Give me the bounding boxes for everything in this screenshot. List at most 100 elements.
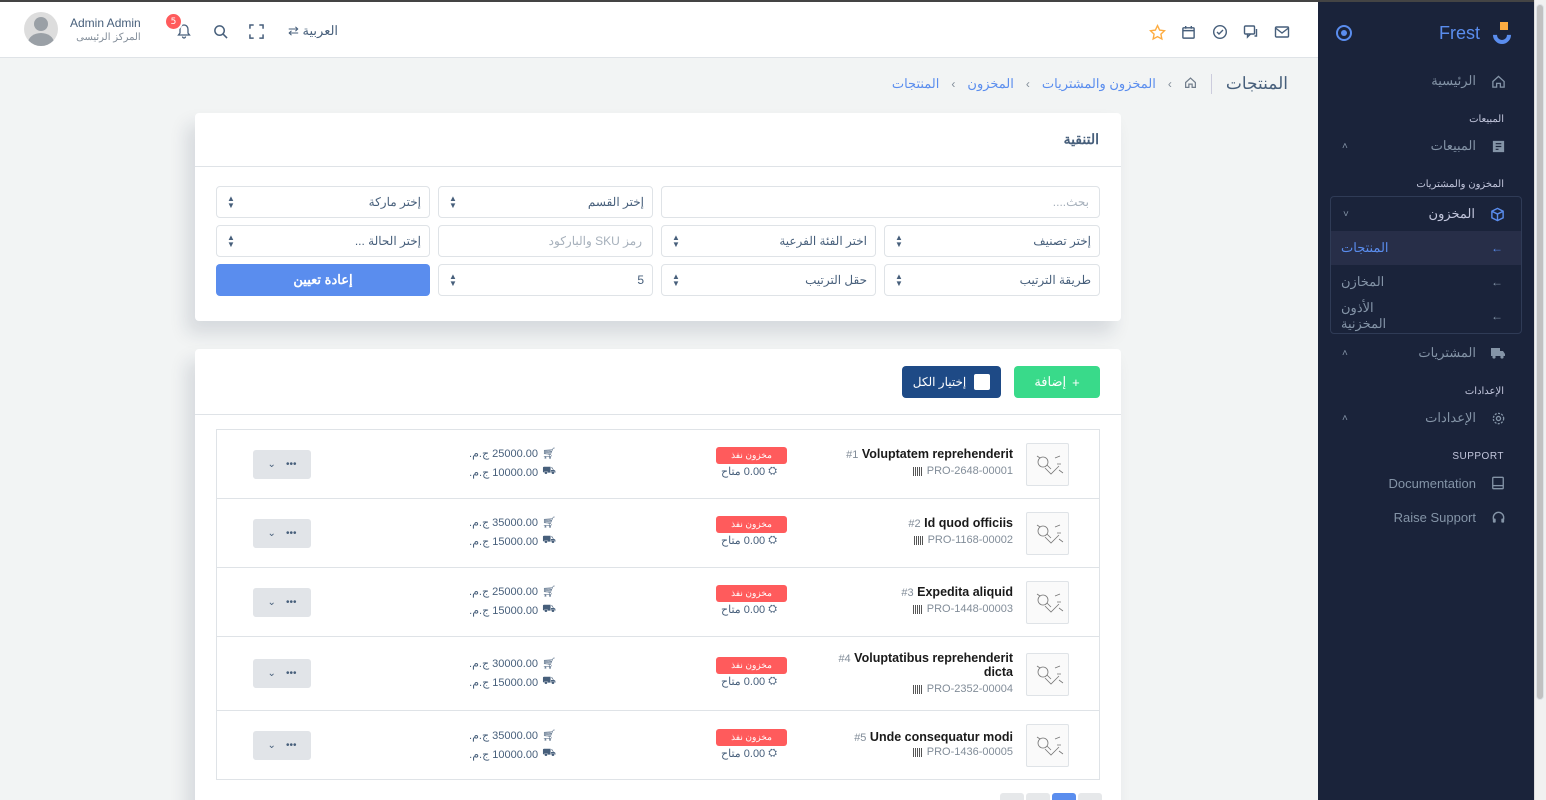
row-actions-button[interactable]: ⌄ ••• bbox=[253, 659, 311, 688]
chevron-left-icon: › bbox=[1167, 77, 1172, 91]
sort-field-select[interactable]: ▲ ▼ حقل الترتيب bbox=[661, 264, 876, 296]
purchase-price-text: 15000.00 ج.م. bbox=[469, 535, 539, 548]
brand-select[interactable]: ▲ ▼ إختر ماركة bbox=[216, 186, 430, 218]
fullscreen-icon[interactable] bbox=[238, 20, 274, 42]
sort-method-select[interactable]: ▲ ▼ طريقة الترتيب bbox=[884, 264, 1100, 296]
product-image-placeholder-icon[interactable] bbox=[1026, 724, 1069, 767]
page-scrollbar[interactable] bbox=[1534, 0, 1546, 800]
chat-icon[interactable] bbox=[1240, 21, 1261, 43]
page-button[interactable] bbox=[1000, 793, 1024, 800]
mail-icon[interactable] bbox=[1271, 21, 1292, 43]
row-actions-button[interactable]: ⌄ ••• bbox=[253, 588, 311, 617]
brand-logo[interactable]: Frest bbox=[1439, 22, 1515, 48]
language-switcher[interactable]: ⇄ العربية bbox=[288, 23, 338, 39]
classification-select[interactable]: ▲ ▼ إختر تصنيف bbox=[884, 225, 1100, 257]
filter-card-header: التنقية bbox=[195, 113, 1121, 167]
sidebar-subitem-products[interactable]: ← المنتجات bbox=[1331, 231, 1521, 265]
reset-button[interactable]: إعادة تعيين bbox=[216, 264, 430, 296]
sidebar: Frest الرئيسية المبيعات المبيعات ˄ المخز… bbox=[1318, 0, 1534, 800]
product-number: #2 bbox=[908, 518, 921, 530]
search-input[interactable]: بحث.... bbox=[661, 186, 1100, 218]
sidebar-item-settings[interactable]: الإعدادات ˄ bbox=[1330, 401, 1522, 435]
category-select[interactable]: ▲ ▼ إختر القسم bbox=[438, 186, 653, 218]
table-row[interactable]: #2 Id quod officiis PRO-1168-00002 مخزون… bbox=[217, 499, 1099, 568]
page-button[interactable] bbox=[1026, 793, 1050, 800]
star-icon[interactable] bbox=[1147, 21, 1168, 43]
sell-price-text: 25000.00 ج.م. bbox=[469, 448, 539, 460]
calendar-icon[interactable] bbox=[1178, 21, 1199, 43]
table-row[interactable]: #3 Expedita aliquid PRO-1448-00003 مخزون… bbox=[217, 568, 1099, 637]
check-circle-icon[interactable] bbox=[1209, 21, 1230, 43]
sell-price: 🛒︎ 25000.00 ج.م. bbox=[469, 585, 556, 598]
stock-status-badge: مخزون نفذ bbox=[716, 585, 787, 602]
table-row[interactable]: #4 Voluptatibus reprehenderit dicta PRO-… bbox=[217, 637, 1099, 711]
per-page-select[interactable]: ▲ ▼ 5 bbox=[438, 264, 653, 296]
chevron-down-icon: ⌄ bbox=[267, 597, 276, 608]
product-sku: PRO-1168-00002 bbox=[913, 534, 1013, 546]
translate-icon: ⇄ bbox=[288, 23, 303, 38]
product-name-text: Id quod officiis bbox=[924, 516, 1013, 530]
breadcrumb-link[interactable]: المخزون bbox=[967, 76, 1013, 92]
breadcrumb-current[interactable]: المنتجات bbox=[892, 76, 940, 92]
product-number: #5 bbox=[854, 732, 867, 744]
product-name[interactable]: #4 Voluptatibus reprehenderit dicta bbox=[813, 651, 1013, 679]
page-button[interactable] bbox=[1078, 793, 1102, 800]
row-actions-button[interactable]: ⌄ ••• bbox=[253, 731, 311, 760]
page-button-active[interactable] bbox=[1052, 793, 1076, 800]
cart-icon: 🛒︎ bbox=[542, 730, 556, 742]
sidebar-toggle-icon[interactable] bbox=[1336, 25, 1352, 41]
sidebar-item-sales[interactable]: المبيعات ˄ bbox=[1330, 129, 1522, 163]
checkbox-icon[interactable] bbox=[974, 374, 991, 390]
truck-icon: ⛟ bbox=[542, 465, 556, 477]
product-image-placeholder-icon[interactable] bbox=[1026, 443, 1069, 486]
sidebar-item-inventory[interactable]: المخزون ˅ bbox=[1331, 197, 1521, 231]
sidebar-item-home[interactable]: الرئيسية bbox=[1330, 64, 1522, 98]
add-button[interactable]: + إضافة bbox=[1014, 366, 1100, 398]
search-icon[interactable] bbox=[202, 20, 238, 42]
filter-grid: ▲ ▼ إختر ماركة ▲ ▼ إختر القسم بحث.... ▲ ▼ إختر… bbox=[216, 186, 1100, 303]
status-select[interactable]: ▲ ▼ إختر الحالة ... bbox=[216, 225, 430, 257]
product-image-placeholder-icon[interactable] bbox=[1026, 512, 1069, 555]
product-name[interactable]: #3 Expedita aliquid bbox=[813, 585, 1013, 599]
chevron-left-icon: › bbox=[951, 77, 956, 91]
breadcrumb-link[interactable]: المخزون والمشتريات bbox=[1042, 76, 1156, 92]
product-image-placeholder-icon[interactable] bbox=[1026, 581, 1069, 624]
product-name[interactable]: #2 Id quod officiis bbox=[813, 516, 1013, 530]
sort-arrows-icon: ▲ ▼ bbox=[672, 272, 680, 288]
notification-bell-icon[interactable]: 5 bbox=[166, 14, 202, 42]
table-row[interactable]: #5 Unde consequatur modi PRO-1436-00005 … bbox=[217, 711, 1099, 779]
home-icon[interactable] bbox=[1184, 76, 1197, 92]
product-image-placeholder-icon[interactable] bbox=[1026, 653, 1069, 696]
filter-card: التنقية ▲ ▼ إختر ماركة ▲ ▼ إختر القسم بحث...… bbox=[195, 113, 1121, 321]
purchase-price: ⛟ 15000.00 ج.م. bbox=[469, 675, 556, 689]
product-name[interactable]: #1 Voluptatem reprehenderit bbox=[813, 447, 1013, 461]
sidebar-subitem-stock-permits[interactable]: ← الأذون المخزنية bbox=[1331, 299, 1521, 333]
nav-bookmarks bbox=[1147, 21, 1292, 43]
scrollbar-thumb[interactable] bbox=[1536, 4, 1544, 700]
table-row[interactable]: #1 Voluptatem reprehenderit PRO-2648-000… bbox=[217, 430, 1099, 499]
available-text: 0.00 متاح bbox=[721, 748, 766, 760]
user-info[interactable]: Admin Admin المركز الرئيسى bbox=[70, 16, 141, 43]
sort-arrows-icon: ▲ ▼ bbox=[672, 233, 680, 249]
product-name[interactable]: #5 Unde consequatur modi bbox=[813, 730, 1013, 744]
sort-arrows-icon: ▲ ▼ bbox=[895, 233, 903, 249]
chevron-down-icon: ˅ bbox=[1343, 208, 1349, 220]
products-table: #1 Voluptatem reprehenderit PRO-2648-000… bbox=[216, 429, 1100, 780]
sidebar-item-raise-support[interactable]: Raise Support bbox=[1330, 500, 1522, 534]
subcategory-select[interactable]: ▲ ▼ اختر الفئة الفرعية bbox=[661, 225, 876, 257]
sidebar-item-purchases[interactable]: المشتريات ˄ bbox=[1330, 336, 1522, 370]
sidebar-item-label: Raise Support bbox=[1393, 509, 1476, 525]
sku-input[interactable]: رمز SKU والباركود bbox=[438, 225, 653, 257]
product-name-text: Expedita aliquid bbox=[917, 585, 1013, 599]
row-actions-button[interactable]: ⌄ ••• bbox=[253, 519, 311, 548]
chevron-down-icon: ⌄ bbox=[267, 528, 276, 539]
sidebar-item-documentation[interactable]: Documentation bbox=[1330, 466, 1522, 500]
row-actions-button[interactable]: ⌄ ••• bbox=[253, 450, 311, 479]
avatar[interactable] bbox=[24, 12, 58, 46]
truck-icon: ⛟ bbox=[542, 747, 556, 759]
select-all-button[interactable]: إختيار الكل bbox=[902, 366, 1001, 398]
user-menu[interactable]: Admin Admin المركز الرئيسى bbox=[24, 12, 141, 46]
top-navbar: Admin Admin المركز الرئيسى 5 ⇄ العربية bbox=[0, 0, 1318, 58]
sidebar-subitem-warehouses[interactable]: ← المخازن bbox=[1331, 265, 1521, 299]
section-settings: الإعدادات bbox=[1464, 386, 1504, 397]
